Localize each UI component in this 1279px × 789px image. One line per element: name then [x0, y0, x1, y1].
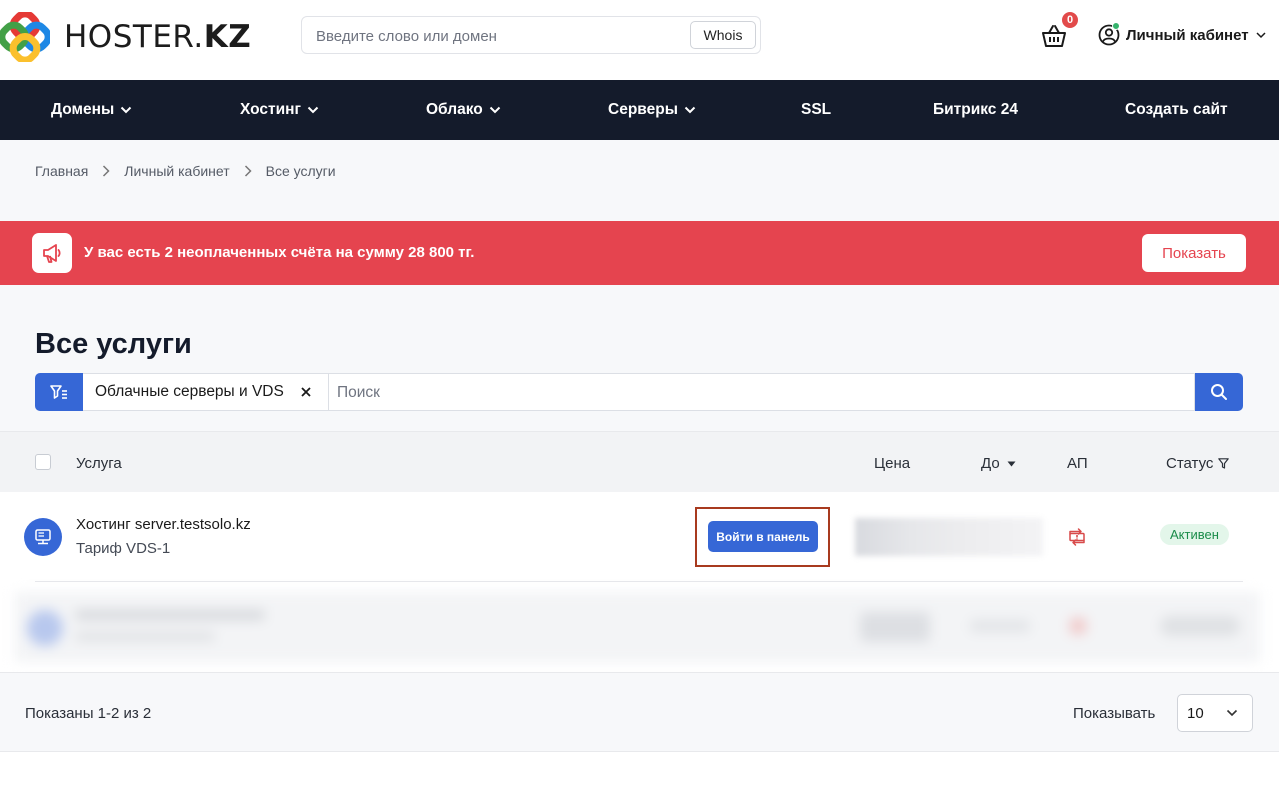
nav-item-bitrix24[interactable]: Битрикс 24: [933, 80, 1018, 140]
unpaid-invoices-alert: У вас есть 2 неоплаченных счёта на сумму…: [0, 221, 1279, 285]
breadcrumb-area: Главная Личный кабинет Все услуги: [0, 140, 1279, 221]
table-row: Хостинг server.testsolo.kz Тариф VDS-1 В…: [0, 492, 1279, 582]
chevron-right-icon: [103, 165, 110, 177]
table-header: Услуга Цена До АП Статус: [0, 431, 1279, 492]
search-icon: [1211, 384, 1227, 400]
table-footer: Показаны 1-2 из 2 Показывать 10: [0, 672, 1279, 752]
nav-item-cloud[interactable]: Облако: [426, 80, 501, 140]
logo[interactable]: HOSTER.KZ: [0, 12, 251, 62]
filter-bar: Облачные серверы и VDS: [35, 373, 1243, 411]
header: HOSTER.KZ Whois 0 Личный кабинет: [0, 0, 1279, 80]
services-search-input[interactable]: [337, 383, 1177, 403]
breadcrumb-home[interactable]: Главная: [35, 163, 88, 179]
column-price: Цена: [874, 455, 911, 472]
status-badge: Активен: [1160, 524, 1229, 545]
filter-chip: Облачные серверы и VDS: [83, 373, 329, 411]
nav-item-servers[interactable]: Серверы: [608, 80, 696, 140]
domain-search: Whois: [301, 16, 761, 54]
alert-icon-box: [32, 233, 72, 273]
column-status[interactable]: Статус: [1166, 455, 1230, 472]
nav-item-label: Серверы: [608, 101, 678, 118]
nav-item-hosting[interactable]: Хостинг: [240, 80, 319, 140]
chevron-right-icon: [244, 165, 252, 177]
column-service: Услуга: [76, 455, 122, 472]
nav-item-label: SSL: [801, 101, 832, 118]
account-label: Личный кабинет: [1126, 26, 1249, 44]
logo-mark-icon: [0, 12, 50, 62]
close-icon[interactable]: [300, 386, 312, 398]
account-menu[interactable]: Личный кабинет: [1098, 22, 1267, 46]
table-row-blurred: [15, 592, 1260, 662]
server-icon: [24, 518, 62, 556]
autopay-alert-icon[interactable]: [1067, 527, 1087, 547]
nav-item-label: Домены: [51, 101, 115, 118]
whois-button[interactable]: Whois: [690, 21, 756, 49]
service-tariff: Тариф VDS-1: [76, 540, 171, 557]
search-button[interactable]: [1195, 373, 1243, 411]
per-page-label: Показывать: [1073, 705, 1156, 722]
service-name[interactable]: Хостинг server.testsolo.kz: [76, 516, 251, 533]
breadcrumb-account[interactable]: Личный кабинет: [124, 163, 229, 179]
online-status-dot: [1112, 22, 1120, 30]
nav-item-label: Облако: [426, 101, 483, 118]
filter-icon: [1218, 458, 1230, 469]
main-nav: Домены Хостинг Облако Серверы SSL Битрик…: [0, 80, 1279, 140]
logo-text: HOSTER.KZ: [64, 19, 252, 55]
chevron-down-icon: [307, 106, 319, 114]
select-all-checkbox[interactable]: [35, 454, 51, 470]
filter-chip-label: Облачные серверы и VDS: [95, 383, 284, 400]
megaphone-icon: [43, 244, 61, 263]
nav-item-domains[interactable]: Домены: [51, 80, 132, 140]
login-panel-button[interactable]: Войти в панель: [708, 521, 818, 552]
alert-message: У вас есть 2 неоплаченных счёта на сумму…: [84, 244, 475, 261]
breadcrumb-current: Все услуги: [265, 163, 336, 179]
column-status-label: Статус: [1166, 455, 1214, 472]
page-title: Все услуги: [35, 328, 192, 360]
chevron-down-icon: [489, 106, 500, 114]
per-page-select[interactable]: 10: [1177, 694, 1253, 732]
sort-caret-icon: [1007, 461, 1016, 466]
per-page-value: 10: [1187, 704, 1204, 722]
nav-item-create-site[interactable]: Создать сайт: [1125, 80, 1228, 140]
chevron-down-icon: [1226, 709, 1238, 717]
breadcrumb: Главная Личный кабинет Все услуги: [35, 163, 336, 179]
nav-item-label: Битрикс 24: [933, 101, 1018, 118]
show-invoices-button[interactable]: Показать: [1142, 234, 1246, 272]
domain-search-input[interactable]: [316, 26, 676, 46]
nav-item-ssl[interactable]: SSL: [801, 80, 831, 140]
shown-count: Показаны 1-2 из 2: [25, 705, 152, 722]
column-until-label: До: [981, 455, 1000, 472]
column-ap: АП: [1067, 455, 1088, 472]
nav-item-label: Хостинг: [240, 101, 301, 118]
chevron-down-icon: [1256, 32, 1266, 39]
filter-button[interactable]: [35, 373, 83, 411]
filter-list-icon: [50, 385, 67, 399]
price-until-blurred: [855, 518, 1043, 556]
chevron-down-icon: [684, 106, 696, 114]
chevron-down-icon: [120, 106, 132, 114]
column-until[interactable]: До: [981, 455, 1016, 472]
row-divider: [35, 581, 1243, 582]
nav-item-label: Создать сайт: [1125, 101, 1228, 118]
cart-count-badge: 0: [1061, 11, 1079, 29]
services-search: [328, 373, 1195, 411]
user-icon: [1098, 22, 1120, 46]
